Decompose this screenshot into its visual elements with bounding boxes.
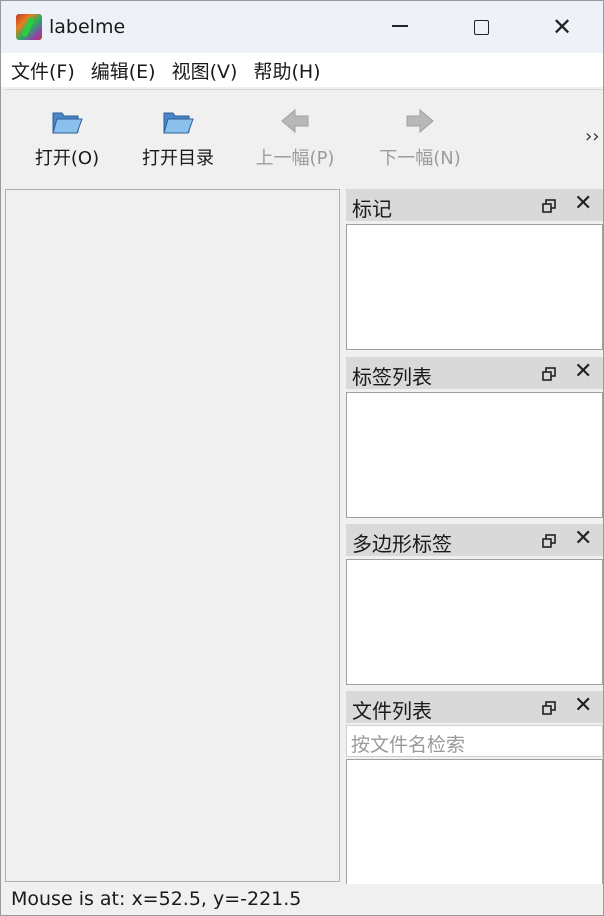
status-bar: Mouse is at: x=52.5, y=-221.5 [1,884,603,915]
flags-dock: 标记 ✕ [346,189,603,350]
open-button[interactable]: 打开(O) [27,90,107,186]
flags-list[interactable] [346,224,603,350]
prev-image-label: 上一幅(P) [255,148,335,169]
image-canvas[interactable] [5,189,340,882]
minimize-button[interactable] [372,1,428,53]
open-dir-button[interactable]: 打开目录 [133,90,223,186]
polygon-labels-dock: 多边形标签 ✕ [346,524,603,685]
flags-dock-header[interactable]: 标记 ✕ [346,189,603,221]
close-icon[interactable]: ✕ [574,526,592,551]
label-list-dock-title: 标签列表 [352,365,432,389]
polygon-labels-list[interactable] [346,559,603,685]
label-list[interactable] [346,392,603,518]
file-search-input[interactable]: 按文件名检索 [346,725,603,757]
file-list-dock-title: 文件列表 [352,699,432,723]
float-window-icon[interactable] [542,366,556,381]
label-list-dock-header[interactable]: 标签列表 ✕ [346,357,603,389]
title-bar[interactable]: labelme ✕ [1,1,603,53]
close-icon[interactable]: ✕ [574,191,592,216]
labelme-app-icon [16,14,42,40]
toolbar-overflow-button[interactable]: ›› [585,126,599,147]
float-window-icon[interactable] [542,198,556,213]
file-list-dock-header[interactable]: 文件列表 ✕ [346,691,603,723]
label-list-dock: 标签列表 ✕ [346,357,603,518]
file-list[interactable] [346,759,603,885]
close-icon[interactable]: ✕ [574,359,592,384]
close-icon[interactable]: ✕ [574,693,592,718]
next-image-label: 下一幅(N) [379,148,461,169]
toolbar: 打开(O) 打开目录 上一幅(P) 下一幅(N) ›› [5,89,603,187]
maximize-icon [473,19,489,35]
polygon-labels-dock-header[interactable]: 多边形标签 ✕ [346,524,603,556]
open-dir-label: 打开目录 [142,148,214,169]
maximize-button[interactable] [453,1,509,53]
minimize-icon [392,25,408,27]
menu-edit[interactable]: 编辑(E) [91,57,156,84]
menu-view[interactable]: 视图(V) [172,57,238,84]
flags-dock-title: 标记 [352,197,392,221]
folder-open-icon [50,104,84,138]
arrow-left-icon [278,104,312,138]
menu-help[interactable]: 帮助(H) [253,57,320,84]
folder-open-icon [161,104,195,138]
menu-bar: 文件(F) 编辑(E) 视图(V) 帮助(H) [1,53,603,87]
arrow-right-icon [403,104,437,138]
next-image-button[interactable]: 下一幅(N) [369,90,471,186]
float-window-icon[interactable] [542,533,556,548]
labelme-window: labelme ✕ 文件(F) 编辑(E) 视图(V) 帮助(H) 打开(O) [0,0,604,916]
close-icon: ✕ [551,13,573,41]
float-window-icon[interactable] [542,700,556,715]
window-title: labelme [49,16,126,38]
menu-file[interactable]: 文件(F) [11,57,75,84]
open-label: 打开(O) [34,148,100,169]
prev-image-button[interactable]: 上一幅(P) [245,90,345,186]
polygon-labels-dock-title: 多边形标签 [352,532,452,556]
close-window-button[interactable]: ✕ [534,1,590,53]
file-list-dock: 文件列表 ✕ 按文件名检索 [346,691,603,885]
